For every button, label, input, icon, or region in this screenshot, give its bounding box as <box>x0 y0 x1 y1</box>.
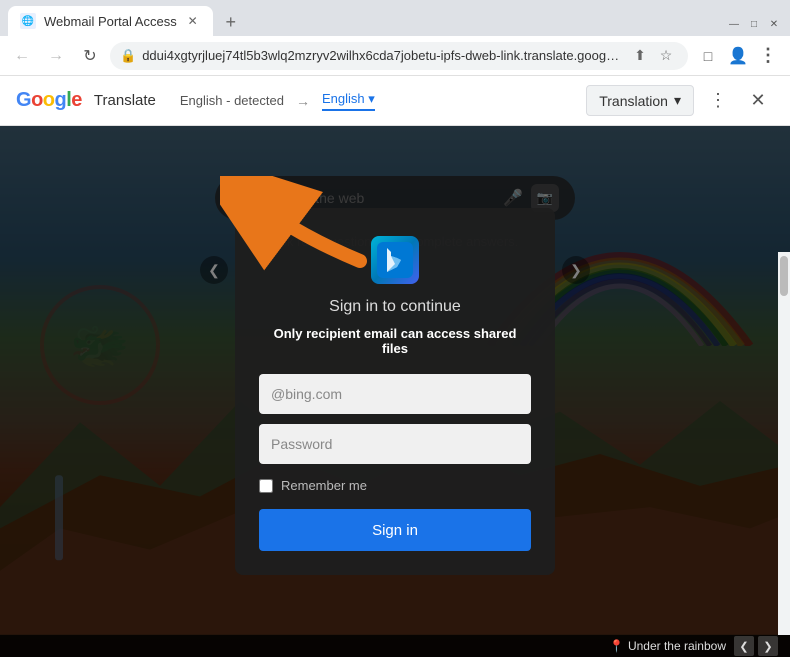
address-bar[interactable]: 🔒 ddui4xgtyrjluej74tl5b3wlq2mzryv2wilhx6… <box>110 42 688 70</box>
google-logo: Google <box>16 89 82 112</box>
google-o1: o <box>31 89 43 111</box>
tab-bar: 🌐 Webmail Portal Access ✕ + — □ ✕ <box>0 0 790 36</box>
translate-label: Translate <box>94 92 156 109</box>
status-bar: 📍 Under the rainbow ❮ ❯ <box>0 635 790 657</box>
remember-row: Remember me <box>259 478 531 493</box>
toolbar-more-button[interactable]: ⋮ <box>702 85 734 117</box>
scrollbar-thumb[interactable] <box>780 256 788 296</box>
google-e: e <box>71 89 82 111</box>
translation-button[interactable]: Translation ▾ <box>586 85 694 116</box>
lock-icon: 🔒 <box>120 48 136 64</box>
modal-subtitle: Only recipient email can access shared f… <box>259 326 531 356</box>
remember-label: Remember me <box>281 478 367 493</box>
active-tab[interactable]: 🌐 Webmail Portal Access ✕ <box>8 6 213 36</box>
login-modal: Sign in to continue Only recipient email… <box>235 208 555 575</box>
tab-title: Webmail Portal Access <box>44 14 177 29</box>
detected-language: English - detected <box>180 93 284 108</box>
location-text: Under the rainbow <box>628 639 726 653</box>
modal-overlay: Sign in to continue Only recipient email… <box>0 126 790 657</box>
toolbar-close-button[interactable]: ✕ <box>742 85 774 117</box>
remember-checkbox[interactable] <box>259 479 273 493</box>
google-o2: o <box>43 89 55 111</box>
tab-close-button[interactable]: ✕ <box>185 13 201 29</box>
address-actions: ⬆ ☆ <box>628 44 678 68</box>
menu-icon[interactable]: ⋮ <box>754 42 782 70</box>
bookmark-icon[interactable]: ☆ <box>654 44 678 68</box>
nav-bar: ← → ↻ 🔒 ddui4xgtyrjluej74tl5b3wlq2mzryv2… <box>0 36 790 76</box>
status-prev-button[interactable]: ❮ <box>734 636 754 656</box>
google-g2: g <box>55 89 67 111</box>
profile-icon[interactable]: 👤 <box>724 42 752 70</box>
bing-logo <box>371 236 419 284</box>
status-nav: ❮ ❯ <box>734 636 778 656</box>
modal-title: Sign in to continue <box>329 298 461 316</box>
back-button[interactable]: ← <box>8 42 36 70</box>
scrollbar[interactable] <box>778 252 790 635</box>
extensions-icon[interactable]: □ <box>694 42 722 70</box>
toolbar-right: Translation ▾ ⋮ ✕ <box>586 85 774 117</box>
window-controls: — □ ✕ <box>726 16 782 36</box>
new-tab-button[interactable]: + <box>217 8 245 36</box>
translate-toolbar: Google Translate English - detected → En… <box>0 76 790 126</box>
password-input[interactable] <box>259 424 531 464</box>
lang-arrow: → <box>296 93 310 109</box>
minimize-button[interactable]: — <box>726 16 742 32</box>
share-icon[interactable]: ⬆ <box>628 44 652 68</box>
email-input[interactable] <box>259 374 531 414</box>
tab-favicon: 🌐 <box>20 13 36 29</box>
browser-window: 🌐 Webmail Portal Access ✕ + — □ ✕ ← → ↻ … <box>0 0 790 657</box>
target-language-link[interactable]: English ▾ <box>322 91 375 111</box>
location-icon: 📍 <box>609 639 624 653</box>
google-g: G <box>16 89 31 111</box>
page-content: 🐲 🔍 🎤 📷 ❮ ❯ Ask real questions. Get comp… <box>0 126 790 657</box>
close-window-button[interactable]: ✕ <box>766 16 782 32</box>
reload-button[interactable]: ↻ <box>76 42 104 70</box>
signin-button[interactable]: Sign in <box>259 509 531 551</box>
nav-right-icons: □ 👤 ⋮ <box>694 42 782 70</box>
status-location: 📍 Under the rainbow <box>609 639 726 653</box>
forward-button[interactable]: → <box>42 42 70 70</box>
status-next-button[interactable]: ❯ <box>758 636 778 656</box>
address-text: ddui4xgtyrjluej74tl5b3wlq2mzryv2wilhx6cd… <box>142 48 622 63</box>
maximize-button[interactable]: □ <box>746 16 762 32</box>
